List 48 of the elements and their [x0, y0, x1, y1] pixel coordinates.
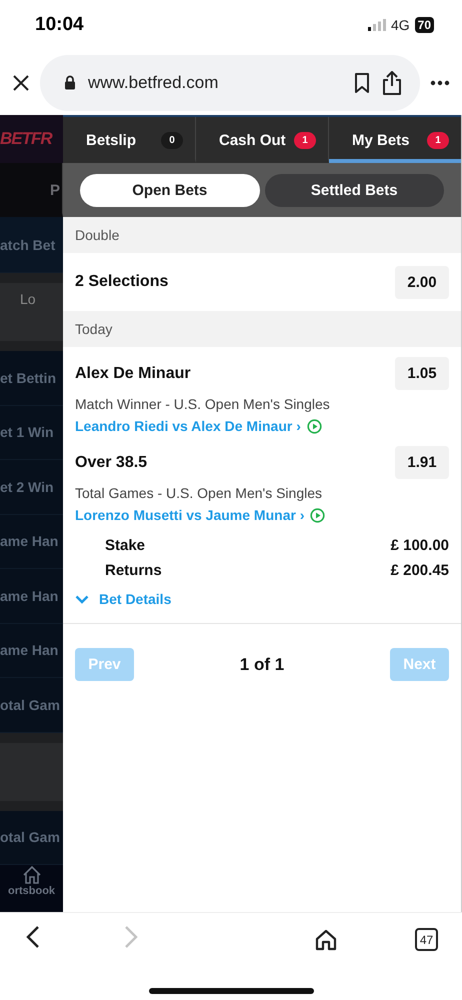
stake-value: £ 100.00 — [390, 537, 449, 554]
chevron-down-icon[interactable] — [75, 594, 89, 604]
play-icon — [310, 508, 326, 522]
bet-type-header: Double — [63, 217, 461, 253]
url-text: www.betfred.com — [88, 72, 220, 92]
network-label: 4G — [390, 17, 410, 33]
bet-details-link[interactable]: Bet Details — [99, 591, 172, 607]
market-text: Match Winner - U.S. Open Men's Singles — [74, 396, 331, 412]
tab-label: Betslip — [86, 132, 136, 148]
selection-name: Alex De Minaur — [75, 364, 191, 382]
returns-value: £ 200.45 — [390, 562, 449, 579]
battery-level: 70 — [414, 17, 434, 33]
filter-box[interactable]: Lo — [0, 273, 63, 351]
odds-box: 2.00 — [395, 266, 449, 298]
stake-label: Stake — [105, 537, 146, 554]
segment-button[interactable]: Open Bets — [80, 174, 260, 206]
signal-icon — [368, 19, 386, 31]
event-link[interactable]: Leandro Riedi vs Alex De Minaur › — [75, 418, 301, 434]
bookmark-icon[interactable] — [354, 72, 370, 92]
clock-time: 10:04 — [35, 14, 84, 36]
back-icon[interactable] — [24, 925, 42, 949]
selection-name: Over 38.5 — [75, 454, 148, 472]
share-icon[interactable] — [382, 70, 402, 94]
more-icon[interactable] — [430, 80, 450, 86]
section-header[interactable]: atch Bet — [0, 217, 63, 273]
odds-box: 1.91 — [395, 446, 449, 479]
tab-count-button[interactable]: 47 — [415, 928, 438, 951]
lock-icon — [64, 75, 76, 90]
date-header: Today — [63, 311, 461, 347]
nav-label[interactable]: ortsbook — [8, 885, 56, 897]
address-bar[interactable]: www.betfred.com — [40, 54, 420, 110]
event-link[interactable]: Lorenzo Musetti vs Jaume Munar › — [75, 507, 304, 523]
returns-label: Returns — [105, 562, 162, 579]
count-badge: 1 — [427, 132, 449, 148]
odds-box: 1.05 — [395, 357, 449, 390]
tab-label: My Bets — [352, 132, 410, 148]
selection-summary: 2 Selections — [75, 273, 168, 291]
count-badge: 0 — [161, 132, 183, 148]
logo-text: BETFR — [0, 115, 63, 163]
segment-button[interactable]: Settled Bets — [264, 174, 444, 206]
page-tab[interactable]: P — [0, 163, 63, 217]
play-icon — [306, 418, 322, 434]
page-position: 1 of 1 — [240, 654, 284, 674]
market-text: Total Games - U.S. Open Men's Singles — [74, 485, 323, 501]
close-icon[interactable] — [12, 74, 30, 92]
count-badge: 1 — [294, 132, 316, 148]
home-icon[interactable] — [315, 928, 337, 950]
tab-label: Cash Out — [219, 132, 286, 148]
